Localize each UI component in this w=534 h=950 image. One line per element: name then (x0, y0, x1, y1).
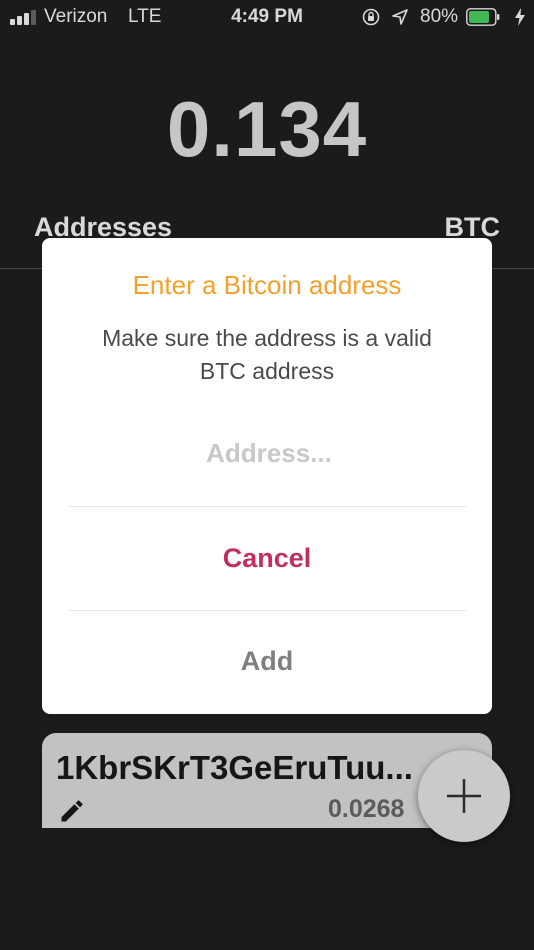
wallet-screen: Verizon LTE 4:49 PM 80% 0.134 Addresses … (0, 0, 534, 950)
dialog-message: Make sure the address is a valid BTC add… (102, 325, 432, 384)
dialog-title: Enter a Bitcoin address (132, 270, 402, 300)
dialog-divider (68, 610, 466, 611)
add-address-dialog: Enter a Bitcoin address Make sure the ad… (42, 238, 492, 714)
address-input[interactable] (68, 428, 470, 478)
cancel-button[interactable]: Cancel (68, 513, 466, 603)
dialog-divider (68, 506, 466, 507)
add-button[interactable]: Add (68, 616, 466, 706)
